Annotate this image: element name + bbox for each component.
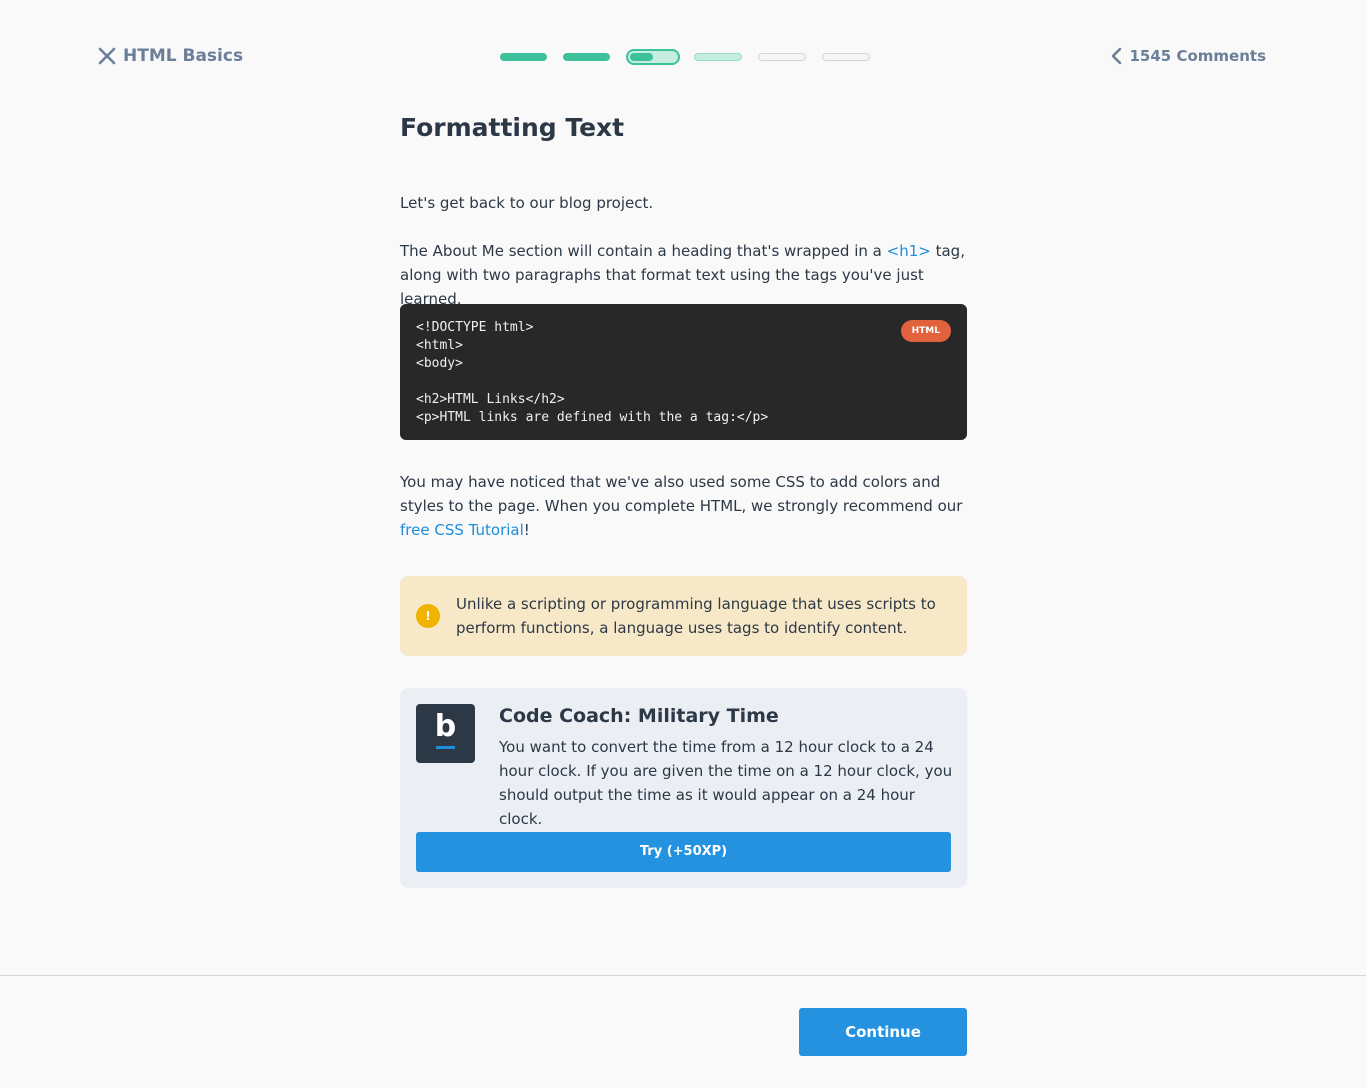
code-line: <h2>HTML Links</h2> — [416, 392, 565, 407]
progress-step-6[interactable] — [822, 53, 870, 61]
exclamation-icon: ! — [416, 604, 440, 628]
info-note: ! Unlike a scripting or programming lang… — [400, 576, 967, 656]
continue-button[interactable]: Continue — [799, 1008, 967, 1056]
lesson-paragraph-3: You may have noticed that we've also use… — [400, 470, 967, 542]
progress-step-2[interactable] — [563, 53, 610, 61]
code-example: <!DOCTYPE html> <html> <body> <h2>HTML L… — [400, 304, 967, 440]
progress-step-3-current[interactable] — [626, 49, 680, 65]
lesson-paragraph-1: Let's get back to our blog project. — [400, 194, 654, 212]
note-text: Unlike a scripting or programming langua… — [456, 595, 936, 637]
comments-count: 1545 Comments — [1129, 47, 1267, 65]
progress-step-fill — [630, 53, 653, 61]
css-tutorial-link[interactable]: free CSS Tutorial — [400, 521, 524, 539]
close-icon — [98, 47, 116, 65]
close-lesson-button[interactable]: HTML Basics — [98, 42, 243, 70]
logo-underline — [436, 746, 455, 749]
code-line: <!DOCTYPE html> — [416, 320, 534, 335]
lesson-content: Formatting Text Let's get back to our bl… — [400, 110, 967, 888]
lesson-title: Formatting Text — [400, 113, 625, 142]
course-title: HTML Basics — [123, 46, 244, 66]
code-coach-title: Code Coach: Military Time — [499, 705, 779, 727]
progress-step-4[interactable] — [694, 53, 742, 61]
comments-button[interactable]: 1545 Comments — [1110, 42, 1267, 70]
footer-divider — [0, 975, 1366, 976]
code-coach-description: You want to convert the time from a 12 h… — [499, 738, 953, 828]
try-code-coach-button[interactable]: Try (+50XP) — [416, 832, 951, 872]
lesson-progress — [500, 49, 886, 65]
code-coach-card: b Code Coach: Military Time You want to … — [400, 688, 967, 888]
code-coach-logo: b — [416, 704, 475, 763]
top-bar: HTML Basics 1545 Comments — [0, 0, 1366, 110]
logo-letter: b — [434, 709, 457, 744]
code-line: <p>HTML links are defined with the a tag… — [416, 410, 769, 425]
progress-step-5[interactable] — [758, 53, 806, 61]
paragraph-3-text-a: You may have noticed that we've also use… — [400, 473, 963, 515]
code-line: <html> — [416, 338, 463, 353]
progress-step-1[interactable] — [500, 53, 547, 61]
h1-tag-reference: <h1> — [886, 242, 931, 260]
code-language-badge: HTML — [900, 320, 951, 342]
lesson-paragraph-2: The About Me section will contain a head… — [400, 239, 967, 311]
chevron-left-icon — [1111, 47, 1121, 65]
paragraph-3-text-b: ! — [523, 521, 530, 539]
code-line: <body> — [416, 356, 463, 371]
paragraph-2-text-a: The About Me section will contain a head… — [400, 242, 887, 260]
